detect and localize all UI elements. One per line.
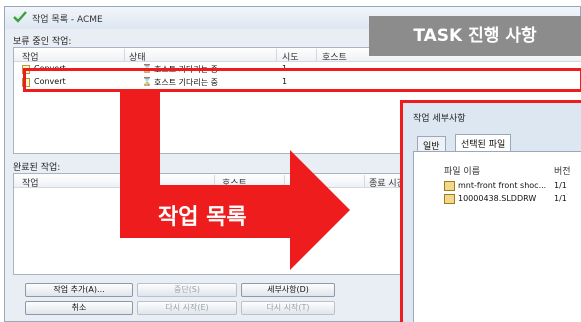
task-list-callout: 작업 목록 [158,205,247,230]
red-arrow-icon [120,92,350,270]
